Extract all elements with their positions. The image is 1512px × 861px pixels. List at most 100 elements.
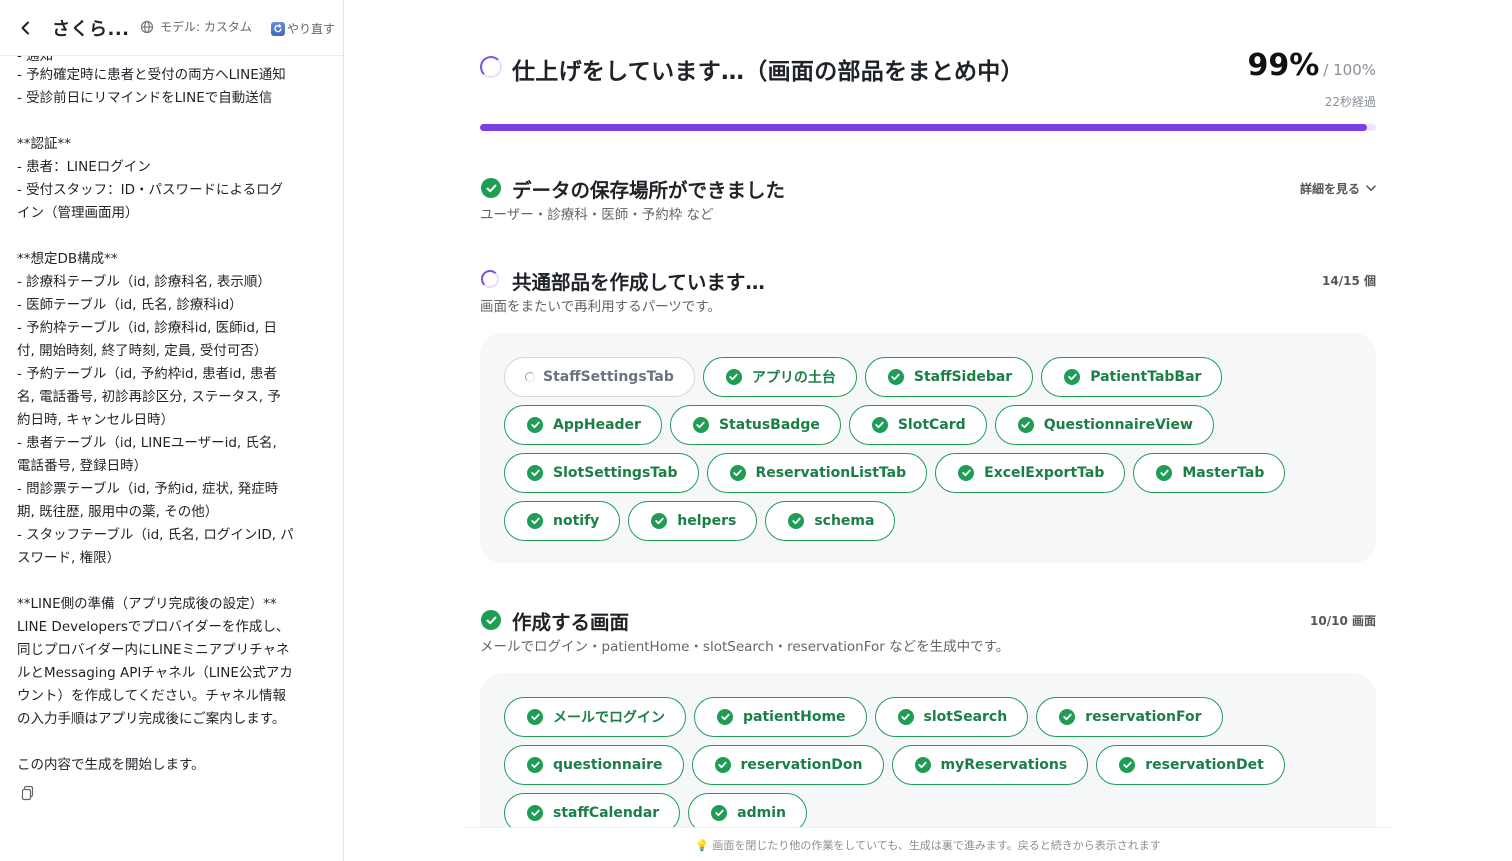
- chip-completed: SlotCard: [848, 405, 987, 445]
- chat-line: LINE Developersでプロバイダーを作成し、: [17, 619, 290, 635]
- check-circle-icon: [481, 178, 501, 198]
- chat-line: ウント）を作成してください。チャネル情報: [17, 688, 287, 704]
- chat-line: この内容で生成を開始します。: [17, 757, 205, 773]
- chip-label: staffCalendar: [553, 805, 660, 821]
- chip-completed: AppHeader: [504, 405, 662, 445]
- chat-line: 電話番号, 登録日時）: [17, 458, 148, 474]
- copy-icon[interactable]: [20, 785, 36, 801]
- section-title: 作成する画面: [512, 611, 630, 634]
- check-circle-icon: [527, 417, 543, 433]
- chip-label: StaffSidebar: [913, 369, 1013, 385]
- chat-line: [17, 225, 307, 248]
- chat-line: - 問診票テーブル（id, 予約id, 症状, 発症時: [17, 481, 279, 497]
- chat-line: **LINE側の準備（アプリ完成後の設定）**: [17, 596, 277, 612]
- chat-line: - スタッフテーブル（id, 氏名, ログインID, パ: [17, 527, 294, 543]
- chat-line: 期, 既往歴, 服用中の薬, その他）: [17, 504, 219, 520]
- chat-line: - 受付スタッフ：ID・パスワードによるログ: [17, 182, 284, 198]
- retry-button[interactable]: やり直す: [271, 20, 335, 37]
- chip-completed: patientHome: [694, 697, 867, 737]
- back-chevron-icon: [21, 21, 29, 34]
- chip-label: AppHeader: [553, 417, 641, 433]
- chip-label: patientHome: [743, 709, 846, 725]
- chip-label: reservationFor: [1085, 709, 1202, 725]
- chip-label: ExcelExportTab: [984, 465, 1105, 481]
- chip-completed: StaffSidebar: [864, 357, 1034, 397]
- chat-line: [17, 110, 307, 133]
- chip-completed: notify: [504, 501, 621, 541]
- chat-line: - 予約確定時に患者と受付の両方へLINE通知: [17, 67, 286, 83]
- check-circle-icon: [871, 417, 888, 433]
- chip-completed: reservationDon: [691, 745, 884, 785]
- check-circle-icon: [729, 465, 746, 481]
- check-circle-icon: [914, 757, 931, 773]
- check-circle-icon: [1017, 417, 1034, 433]
- check-circle-icon: [527, 513, 543, 529]
- model-selector-button[interactable]: モデル: カスタム: [140, 18, 252, 35]
- chip-completed: ExcelExportTab: [935, 453, 1126, 493]
- section-subtitle: 画面をまたいで再利用するパーツです。: [480, 299, 721, 315]
- globe-icon: [140, 20, 154, 33]
- check-circle-icon: [481, 610, 501, 630]
- chat-line: 名, 電話番号, 初診再診区分, ステータス, 予: [17, 389, 281, 405]
- chip-completed: MasterTab: [1133, 453, 1286, 493]
- chip-completed: メールでログイン: [504, 697, 686, 737]
- check-circle-icon: [1064, 369, 1081, 385]
- progress-bar: [480, 124, 1376, 131]
- chat-line: 約日時, キャンセル日時）: [17, 412, 175, 428]
- chip-in-progress: StaffSettingsTab: [504, 357, 695, 397]
- chip-label: schema: [814, 513, 875, 529]
- chip-label: reservationDet: [1145, 757, 1264, 773]
- chat-line: スワード, 権限）: [17, 550, 121, 566]
- check-circle-icon: [527, 465, 543, 481]
- progress-percent-total: / 100%: [1323, 61, 1376, 79]
- check-circle-icon: [527, 709, 543, 725]
- chip-completed: SlotSettingsTab: [504, 453, 699, 493]
- chip-label: ReservationListTab: [755, 465, 907, 481]
- chat-line: **想定DB構成**: [17, 251, 118, 267]
- chip-completed: ReservationListTab: [706, 453, 928, 493]
- chip-label: メールでログイン: [553, 710, 665, 726]
- sidebar-topbar: さくら... モデル: カスタム やり直す: [0, 0, 343, 56]
- chat-line: [17, 570, 307, 593]
- check-circle-icon: [788, 513, 805, 529]
- chat-line: **認証**: [17, 136, 71, 152]
- check-circle-icon: [897, 709, 914, 725]
- check-circle-icon: [725, 369, 742, 385]
- spinner-icon: [480, 56, 502, 78]
- chip-label: StatusBadge: [718, 417, 820, 433]
- chat-line: - 患者：LINEログイン: [17, 159, 151, 175]
- section-subtitle: ユーザー・診療科・医師・予約枠 など: [480, 207, 714, 223]
- chip-label: slotSearch: [923, 709, 1008, 725]
- chip-label: helpers: [677, 513, 737, 529]
- chip-label: StaffSettingsTab: [543, 369, 674, 385]
- chip-label: QuestionnaireView: [1043, 417, 1193, 433]
- chip-label: admin: [737, 805, 786, 821]
- chat-sidebar: さくら... モデル: カスタム やり直す - 通知 - 予約確定時に患者と受付…: [0, 0, 344, 861]
- chat-line-clipped: - 通知: [17, 56, 54, 64]
- chip-label: questionnaire: [553, 757, 663, 773]
- chip-label: SlotCard: [897, 417, 966, 433]
- back-button[interactable]: [14, 16, 38, 40]
- chip-completed: QuestionnaireView: [994, 405, 1214, 445]
- chat-message-body: - 予約確定時に患者と受付の両方へLINE通知 - 受診前日にリマインドをLINE…: [17, 64, 307, 777]
- chip-completed: questionnaire: [504, 745, 684, 785]
- chat-line: 付, 開始時刻, 終了時刻, 定員, 受付可否）: [17, 343, 268, 359]
- section-count: 10/10 画面: [1310, 614, 1376, 628]
- progress-status-title: 仕上げをしています…（画面の部品をまとめ中）: [512, 59, 1024, 85]
- section-components: 共通部品を作成しています… 14/15 個 画面をまたいで再利用するパーツです。: [480, 266, 1376, 315]
- section-count: 14/15 個: [1322, 274, 1376, 288]
- chat-line: - 診療科テーブル（id, 診療科名, 表示順）: [17, 274, 271, 290]
- components-chip-list: StaffSettingsTab アプリの土台 StaffSidebar Patien…: [480, 333, 1376, 565]
- details-toggle-button[interactable]: 詳細を見る: [1300, 180, 1376, 197]
- chat-line: 同じプロバイダー内にLINEミニアプリチャネ: [17, 642, 290, 658]
- chat-line: - 医師テーブル（id, 氏名, 診療科id）: [17, 297, 243, 313]
- progress-percent: 99%/ 100%: [1247, 48, 1376, 83]
- chip-completed: アプリの土台: [702, 357, 857, 397]
- chat-line: イン（管理画面用）: [17, 205, 139, 221]
- progress-percent-value: 99%: [1247, 48, 1320, 83]
- check-circle-icon: [1059, 709, 1076, 725]
- chip-completed: myReservations: [891, 745, 1089, 785]
- generation-progress-panel: 仕上げをしています…（画面の部品をまとめ中） 99%/ 100% 22秒経過 デ…: [344, 0, 1512, 861]
- progress-bar-fill: [480, 124, 1368, 131]
- check-circle-icon: [887, 369, 904, 385]
